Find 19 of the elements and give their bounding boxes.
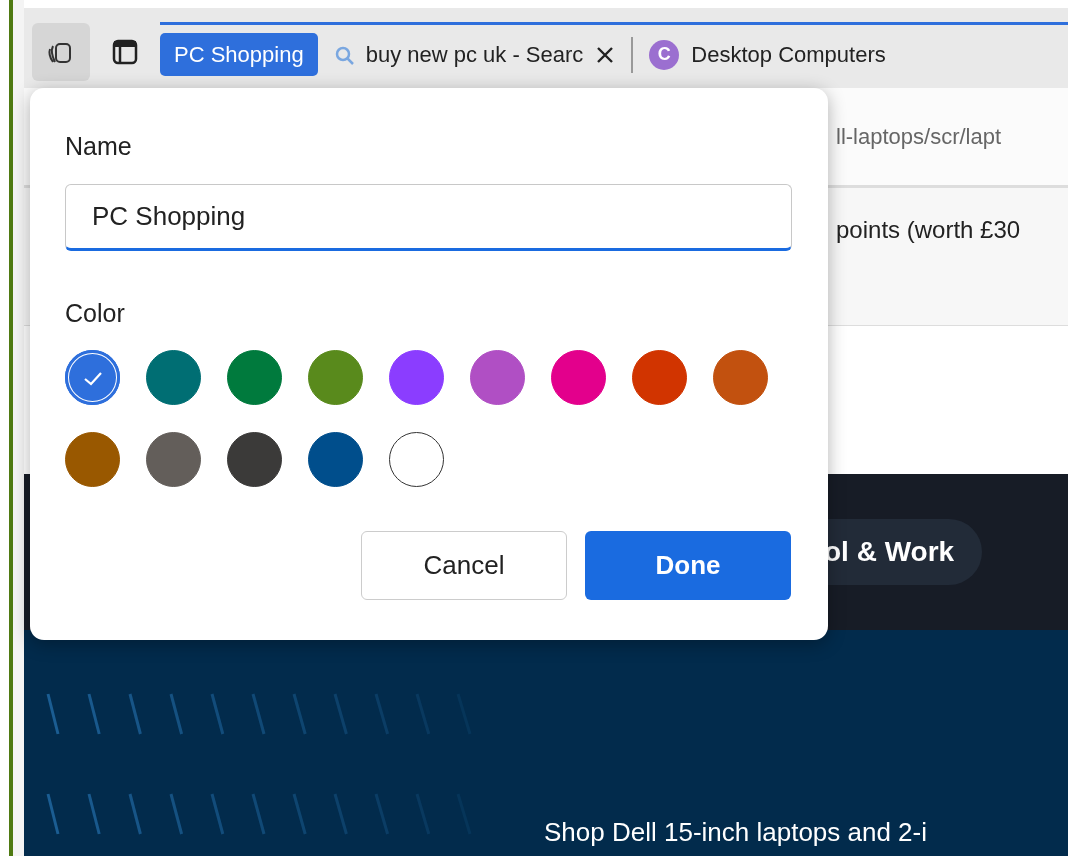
browser-tab[interactable]: buy new pc uk - Searc xyxy=(327,38,622,71)
tab-title: Desktop Computers xyxy=(691,41,886,69)
window-icon xyxy=(110,37,140,67)
name-label: Name xyxy=(65,131,133,162)
name-field[interactable]: PC Shopping xyxy=(65,183,792,251)
color-label: Color xyxy=(65,297,126,329)
cancel-button[interactable]: Cancel xyxy=(361,531,567,600)
address-text: ll-laptops/scr/lapt xyxy=(836,123,1002,151)
banner-text: points (worth £30 xyxy=(836,216,1021,243)
done-button[interactable]: Done xyxy=(585,531,791,600)
browser-tab[interactable]: C Desktop Computers xyxy=(643,38,892,71)
tab-group-label[interactable]: PC Shopping xyxy=(160,33,318,76)
color-swatch[interactable] xyxy=(65,350,120,405)
site-favicon: C xyxy=(649,39,680,70)
hero-text: Shop Dell 15-inch laptops and 2-i xyxy=(544,816,929,849)
close-icon[interactable] xyxy=(595,44,616,65)
tab-actions-button[interactable] xyxy=(32,23,90,81)
search-icon xyxy=(333,44,354,65)
tab-title: buy new pc uk - Searc xyxy=(365,41,584,69)
